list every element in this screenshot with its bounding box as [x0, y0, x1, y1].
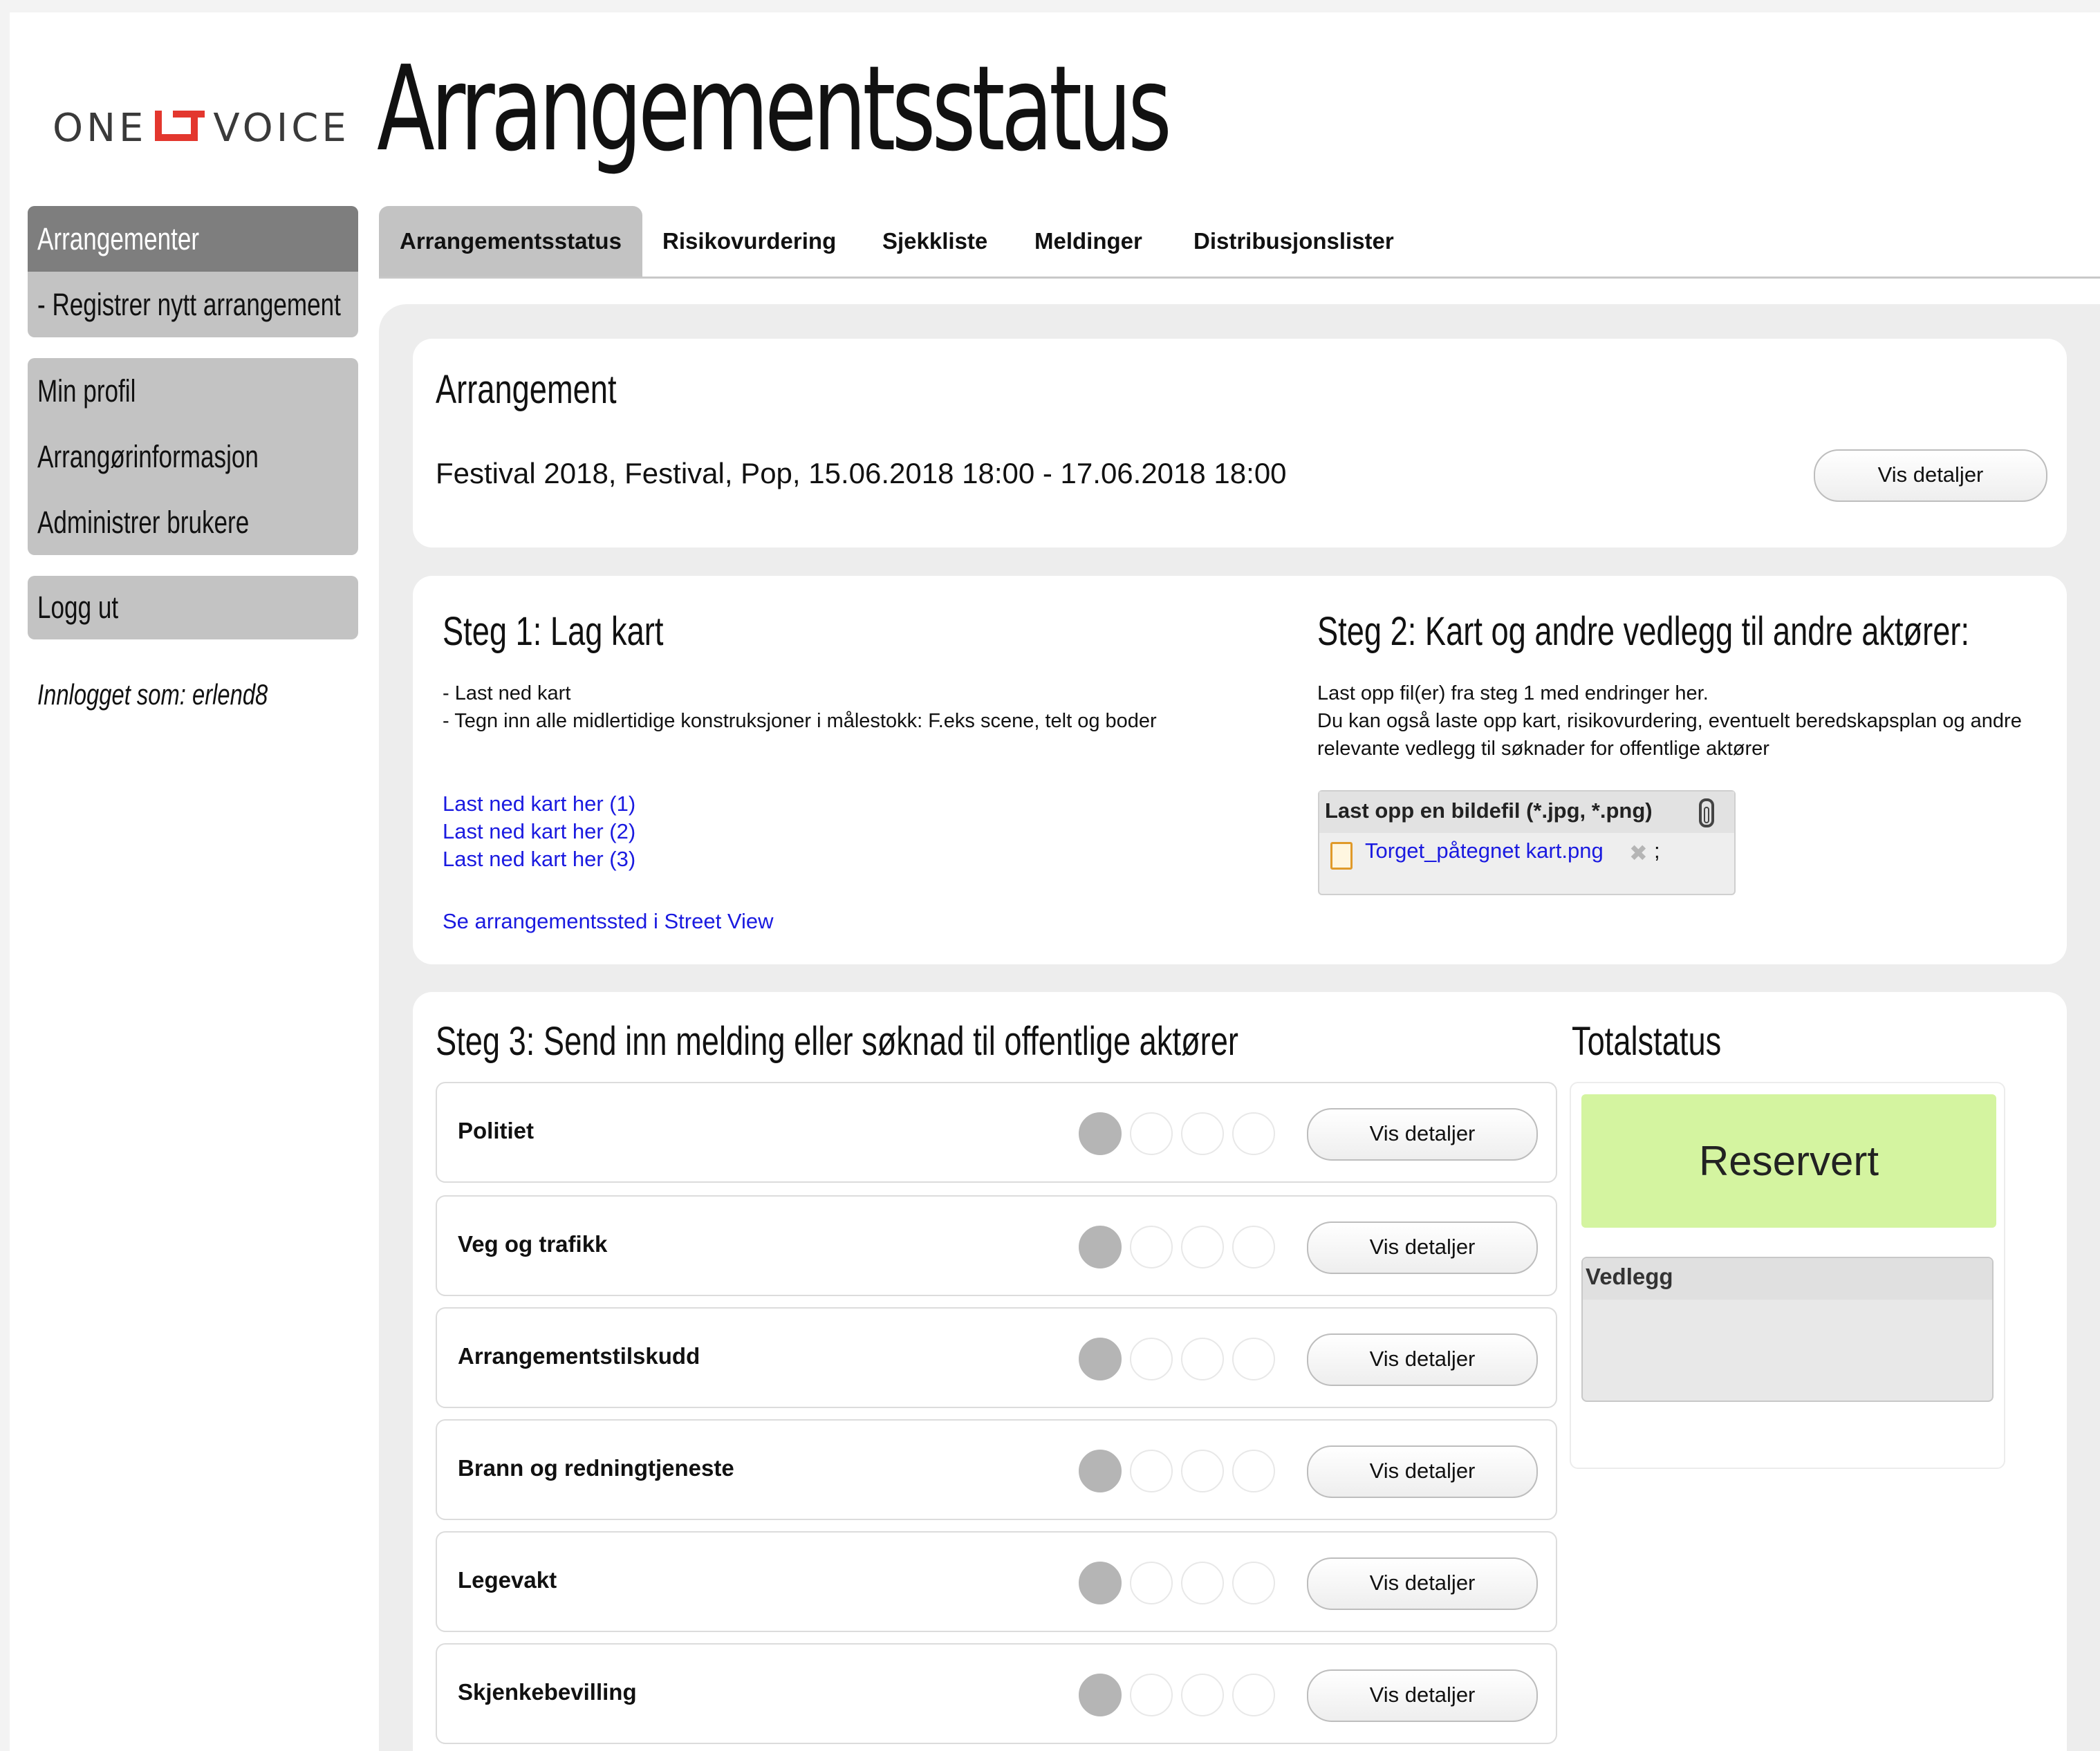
sidebar-item-administrer-brukere[interactable]: Administrer brukere: [28, 489, 358, 555]
sidebar-item-arrangorinformasjon[interactable]: Arrangørinformasjon: [28, 424, 358, 489]
step1-line: - Last ned kart: [443, 682, 571, 704]
authority-label: Brann og redningtjeneste: [458, 1455, 734, 1481]
authority-row-veg-og-trafikk: Veg og trafikk Vis detaljer: [436, 1195, 1557, 1296]
authority-label: Veg og trafikk: [458, 1231, 608, 1257]
authority-label: Politiet: [458, 1118, 535, 1143]
status-dot: [1181, 1226, 1224, 1268]
step3-title: Steg 3: Send inn melding eller søknad ti…: [436, 1019, 1238, 1064]
image-file-icon: [1330, 842, 1353, 870]
attachments-label: Vedlegg: [1586, 1264, 1673, 1289]
status-dot: [1181, 1338, 1224, 1380]
status-dot: [1079, 1338, 1122, 1380]
authority-row-arrangementstilskudd: Arrangementstilskudd Vis detaljer: [436, 1307, 1557, 1408]
status-dot: [1181, 1450, 1224, 1492]
tab-risikovurdering[interactable]: Risikovurdering: [662, 206, 836, 277]
status-dot: [1130, 1226, 1173, 1268]
status-dot: [1232, 1450, 1275, 1492]
status-dot: [1130, 1450, 1173, 1492]
paperclip-icon[interactable]: [1699, 798, 1714, 827]
status-dot: [1130, 1674, 1173, 1716]
logo-text-left: ONE: [53, 105, 147, 151]
download-map-link-2[interactable]: Last ned kart her (2): [443, 818, 635, 845]
authority-row-politiet: Politiet Vis detaljer: [436, 1082, 1557, 1183]
status-dot: [1232, 1226, 1275, 1268]
step1-title: Steg 1: Lag kart: [443, 609, 664, 654]
logo[interactable]: ONE VOICE: [53, 104, 350, 152]
details-button[interactable]: Vis detaljer: [1307, 1445, 1538, 1498]
tab-sjekkliste[interactable]: Sjekkliste: [882, 206, 987, 277]
sidebar-group-account: Min profil Arrangørinformasjon Administr…: [28, 358, 358, 555]
authority-label: Legevakt: [458, 1567, 557, 1593]
details-button[interactable]: Vis detaljer: [1307, 1669, 1538, 1722]
status-dot: [1130, 1112, 1173, 1155]
download-map-link-3[interactable]: Last ned kart her (3): [443, 845, 635, 873]
sidebar-item-register-event[interactable]: - Registrer nytt arrangement: [28, 272, 358, 337]
tab-bar: Arrangementsstatus Risikovurdering Sjekk…: [379, 206, 2100, 279]
status-dot: [1181, 1112, 1224, 1155]
status-dot: [1232, 1338, 1275, 1380]
status-dot: [1130, 1338, 1173, 1380]
step2-instructions: Last opp fil(er) fra steg 1 med endringe…: [1317, 680, 2036, 762]
logo-mark-icon: [155, 111, 205, 145]
status-dot: [1232, 1562, 1275, 1604]
status-dot: [1232, 1674, 1275, 1716]
status-dot: [1079, 1562, 1122, 1604]
sidebar-item-arrangementer[interactable]: Arrangementer: [28, 206, 358, 272]
sidebar-item-min-profil[interactable]: Min profil: [28, 358, 358, 424]
step2-title: Steg 2: Kart og andre vedlegg til andre …: [1317, 609, 1970, 654]
event-summary: Festival 2018, Festival, Pop, 15.06.2018…: [436, 457, 1287, 489]
logo-text-right: VOICE: [213, 105, 350, 151]
left-edge: [0, 0, 10, 1751]
details-button[interactable]: Vis detaljer: [1307, 1557, 1538, 1610]
details-button[interactable]: Vis detaljer: [1307, 1221, 1538, 1274]
status-dot: [1232, 1112, 1275, 1155]
status-badge: Reservert: [1581, 1094, 1996, 1228]
tab-arrangementsstatus[interactable]: Arrangementsstatus: [379, 206, 642, 277]
authority-row-skjenkebevilling: Skjenkebevilling Vis detaljer: [436, 1643, 1557, 1744]
download-map-link-1[interactable]: Last ned kart her (1): [443, 790, 635, 818]
status-dot: [1181, 1562, 1224, 1604]
step1-line: - Tegn inn alle midlertidige konstruksjo…: [443, 710, 1157, 732]
authority-label: Arrangementstilskudd: [458, 1343, 700, 1369]
sidebar-group-events: Arrangementer - Registrer nytt arrangeme…: [28, 206, 358, 337]
logged-in-label: Innlogget som: erlend8: [37, 678, 268, 711]
sidebar-group-logout: Logg ut: [28, 576, 358, 639]
file-separator: ;: [1654, 839, 1660, 863]
tab-meldinger[interactable]: Meldinger: [1034, 206, 1142, 277]
uploaded-file-link[interactable]: Torget_påtegnet kart.png: [1365, 839, 1604, 863]
attachments-panel: Vedlegg: [1581, 1257, 1994, 1402]
upload-label[interactable]: Last opp en bildefil (*.jpg, *.png): [1325, 798, 1653, 823]
step1-instructions: - Last ned kart - Tegn inn alle midlerti…: [443, 680, 1217, 735]
upload-box: Last opp en bildefil (*.jpg, *.png) Torg…: [1318, 790, 1736, 895]
remove-file-icon[interactable]: ✖: [1629, 840, 1648, 866]
step2-line: Du kan også laste opp kart, risikovurder…: [1317, 710, 2022, 760]
status-dot: [1079, 1450, 1122, 1492]
event-details-button[interactable]: Vis detaljer: [1814, 449, 2047, 502]
authority-label: Skjenkebevilling: [458, 1679, 637, 1705]
details-button[interactable]: Vis detaljer: [1307, 1108, 1538, 1161]
details-button[interactable]: Vis detaljer: [1307, 1333, 1538, 1386]
status-dot: [1079, 1112, 1122, 1155]
totalstatus-title: Totalstatus: [1572, 1019, 1722, 1064]
authority-row-legevakt: Legevakt Vis detaljer: [436, 1531, 1557, 1632]
status-dot: [1079, 1226, 1122, 1268]
tab-distribusjonslister[interactable]: Distribusjonslister: [1193, 206, 1394, 277]
page-title: Arrangementsstatus: [377, 41, 1172, 178]
status-dot: [1130, 1562, 1173, 1604]
top-band: [0, 0, 2100, 12]
step2-line: Last opp fil(er) fra steg 1 med endringe…: [1317, 682, 1709, 704]
status-dot: [1181, 1674, 1224, 1716]
event-card-title: Arrangement: [436, 367, 617, 412]
authority-row-brann-og-redning: Brann og redningtjeneste Vis detaljer: [436, 1419, 1557, 1520]
status-dot: [1079, 1674, 1122, 1716]
street-view-link[interactable]: Se arrangementssted i Street View: [443, 908, 773, 935]
sidebar-item-logg-ut[interactable]: Logg ut: [28, 576, 358, 639]
